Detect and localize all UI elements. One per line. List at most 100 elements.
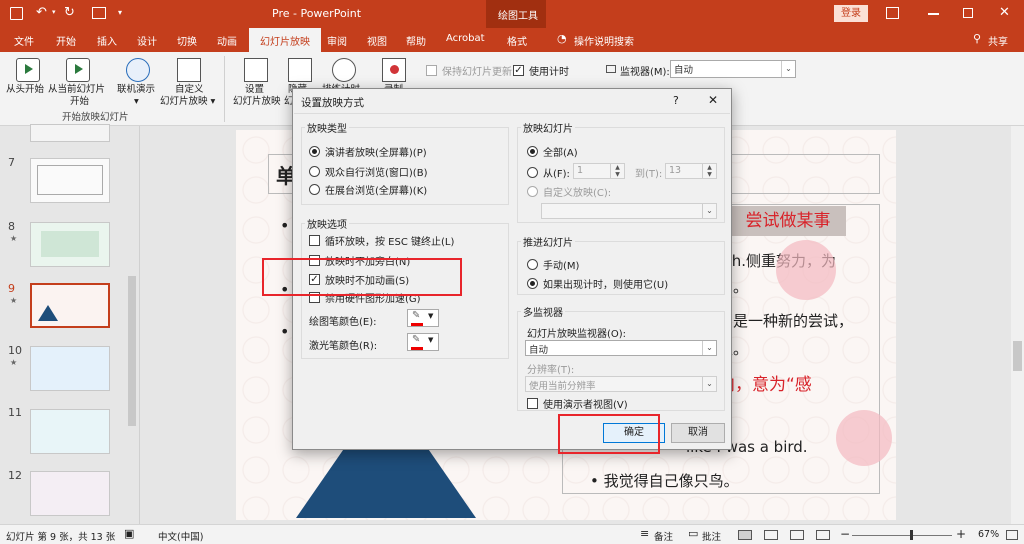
tab-design[interactable]: 设计 — [137, 33, 157, 48]
presenter-view-option[interactable]: 使用演示者视图(V) — [527, 396, 628, 411]
radio-browse-window[interactable]: 观众自行浏览(窗口)(B) — [309, 164, 427, 179]
undo-dropdown-icon[interactable]: ▾ — [52, 8, 56, 16]
zoom-slider-thumb[interactable] — [910, 530, 913, 540]
radio-presenter[interactable]: 演讲者放映(全屏幕)(P) — [309, 144, 427, 159]
to-slide-spinner[interactable]: 13 ▲ ▼ — [665, 163, 717, 179]
chevron-down-icon[interactable]: ⌄ — [702, 377, 716, 391]
close-icon[interactable]: ✕ — [708, 93, 718, 107]
comments-icon[interactable]: ▭ — [688, 527, 698, 540]
zoom-level[interactable]: 67% — [978, 529, 999, 540]
rehearse-icon[interactable] — [332, 58, 356, 82]
custom-show-label[interactable]: 自定义 — [175, 84, 204, 96]
keep-updated-option[interactable]: 保持幻灯片更新 — [426, 63, 512, 78]
help-icon[interactable]: ? — [673, 94, 679, 107]
chevron-down-icon[interactable]: ⌄ — [702, 341, 716, 355]
zoom-slider[interactable] — [852, 535, 952, 536]
pen-color-picker[interactable]: ✎ ▼ — [407, 309, 439, 327]
radio-kiosk[interactable]: 在展台浏览(全屏幕)(K) — [309, 182, 427, 197]
login-button[interactable]: 登录 — [834, 5, 868, 22]
restore-icon[interactable] — [963, 8, 973, 18]
zoom-in-button[interactable]: + — [956, 527, 966, 541]
radio-button[interactable] — [527, 259, 538, 270]
slide-thumbnail-9-selected[interactable] — [30, 283, 110, 328]
comments-button[interactable]: 批注 — [702, 529, 721, 543]
radio-button[interactable] — [309, 146, 320, 157]
radio-button[interactable] — [309, 184, 320, 195]
radio-use-timings[interactable]: 如果出现计时，则使用它(U) — [527, 276, 668, 291]
radio-custom-show[interactable]: 自定义放映(C): — [527, 184, 611, 199]
tab-acrobat[interactable]: Acrobat — [446, 33, 485, 44]
setup-show-icon[interactable] — [244, 58, 268, 82]
online-present-dropdown[interactable]: ▾ — [134, 96, 139, 108]
play-from-start-icon[interactable] — [16, 58, 40, 82]
tab-insert[interactable]: 插入 — [97, 33, 117, 48]
radio-manual[interactable]: 手动(M) — [527, 257, 579, 272]
fit-slide-icon[interactable] — [1006, 530, 1018, 540]
from-current-label[interactable]: 从当前幻灯片 — [48, 84, 105, 96]
tab-view[interactable]: 视图 — [367, 33, 387, 48]
radio-button[interactable] — [527, 278, 538, 289]
keep-updated-checkbox[interactable] — [426, 65, 437, 76]
laser-color-picker[interactable]: ✎ ▼ — [407, 333, 439, 351]
setup-show-label[interactable]: 设置 — [245, 84, 264, 96]
notes-button[interactable]: 备注 — [654, 529, 673, 543]
cancel-button[interactable]: 取消 — [671, 423, 725, 443]
tab-format[interactable]: 格式 — [507, 33, 527, 48]
show-monitor-select[interactable]: 自动 ⌄ — [525, 340, 717, 356]
slide-thumbnail-6-partial[interactable] — [30, 124, 110, 142]
tab-help[interactable]: 帮助 — [406, 33, 426, 48]
tab-transitions[interactable]: 切换 — [177, 33, 197, 48]
spinner-arrows-icon[interactable]: ▲ ▼ — [702, 164, 716, 178]
online-present-icon[interactable] — [126, 58, 150, 82]
monitor-select[interactable]: 自动 ⌄ — [670, 60, 796, 78]
share-button[interactable]: 共享 — [988, 33, 1008, 48]
use-timings-checkbox[interactable]: ✓ — [513, 65, 524, 76]
slide-info[interactable]: 幻灯片 第 9 张，共 13 张 — [6, 529, 115, 543]
custom-show-label-2[interactable]: 幻灯片放映 ▾ — [160, 96, 215, 108]
custom-show-icon[interactable] — [177, 58, 201, 82]
slide-thumbnail-12[interactable] — [30, 471, 110, 516]
customize-qat-icon[interactable]: ▾ — [118, 8, 122, 17]
tab-slideshow[interactable]: 幻灯片放映 — [249, 28, 321, 52]
save-icon[interactable] — [10, 7, 23, 20]
hide-slide-icon[interactable] — [288, 58, 312, 82]
resolution-select[interactable]: 使用当前分辨率 ⌄ — [525, 376, 717, 392]
play-from-current-icon[interactable] — [66, 58, 90, 82]
spellcheck-icon[interactable]: ▣ — [124, 527, 134, 540]
loop-option[interactable]: 循环放映，按 ESC 键终止(L) — [309, 233, 454, 248]
radio-all-slides[interactable]: 全部(A) — [527, 144, 578, 159]
redo-icon[interactable]: ↻ — [64, 5, 75, 20]
tab-file[interactable]: 文件 — [14, 33, 34, 48]
ribbon-display-icon[interactable] — [886, 7, 899, 19]
close-window-icon[interactable]: ✕ — [999, 5, 1010, 20]
custom-show-select[interactable]: ⌄ — [541, 203, 717, 219]
slide-thumbnail-8[interactable] — [30, 222, 110, 267]
from-slide-spinner[interactable]: 1 ▲ ▼ — [573, 163, 625, 179]
tab-review[interactable]: 审阅 — [327, 33, 347, 48]
undo-icon[interactable]: ↶ — [36, 5, 47, 20]
minimize-icon[interactable] — [928, 13, 939, 15]
notes-icon[interactable]: ≡ — [640, 527, 649, 540]
zoom-out-button[interactable]: − — [840, 527, 850, 541]
radio-button[interactable] — [309, 166, 320, 177]
use-timings-option[interactable]: ✓ 使用计时 — [513, 63, 569, 78]
slide-thumbnail-11[interactable] — [30, 409, 110, 454]
tab-animations[interactable]: 动画 — [217, 33, 237, 48]
slide-sorter-icon[interactable] — [764, 530, 778, 540]
language-indicator[interactable]: 中文(中国) — [158, 529, 203, 543]
online-present-label[interactable]: 联机演示 — [117, 84, 155, 96]
radio-from-slide[interactable]: 从(F): — [527, 165, 570, 180]
radio-button[interactable] — [527, 186, 538, 197]
record-icon[interactable] — [382, 58, 406, 82]
tab-home[interactable]: 开始 — [56, 33, 76, 48]
radio-button[interactable] — [527, 167, 538, 178]
checkbox[interactable] — [309, 235, 320, 246]
spinner-arrows-icon[interactable]: ▲ ▼ — [610, 164, 624, 178]
checkbox[interactable] — [527, 398, 538, 409]
from-beginning-label[interactable]: 从头开始 — [6, 84, 44, 96]
thumbnail-scrollbar[interactable] — [128, 276, 136, 426]
slideshow-view-icon[interactable] — [816, 530, 830, 540]
radio-button[interactable] — [527, 146, 538, 157]
normal-view-icon[interactable] — [738, 530, 752, 540]
canvas-scrollbar[interactable] — [1011, 126, 1024, 524]
